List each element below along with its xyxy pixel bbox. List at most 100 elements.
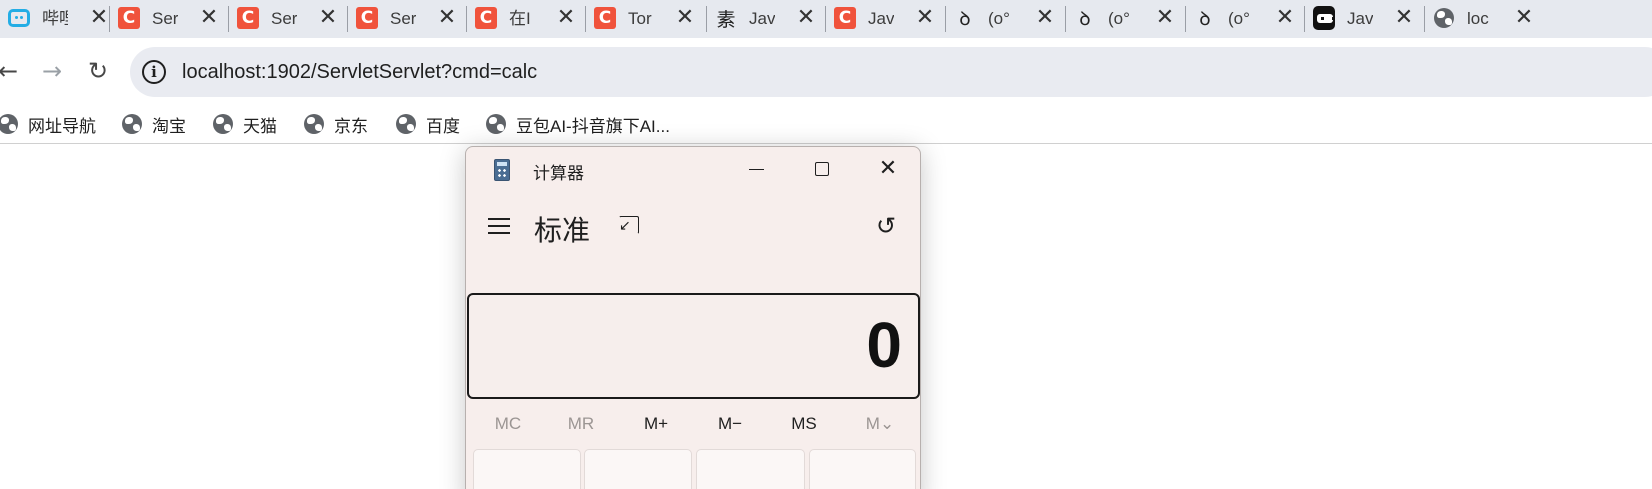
tab-close-icon[interactable]: ✕: [1154, 7, 1176, 30]
calculator-header: 标准 ↺: [466, 203, 920, 253]
forward-arrow-icon[interactable]: →: [38, 58, 66, 86]
csdn-c-icon: C: [594, 7, 616, 29]
tab-tor[interactable]: C Tor ✕: [586, 0, 707, 38]
tab-ser-1[interactable]: C Ser ✕: [110, 0, 229, 38]
display-value: 0: [866, 309, 902, 381]
reload-icon[interactable]: ↻: [84, 58, 112, 86]
bookmark-label: 百度: [426, 116, 460, 136]
memory-subtract-button[interactable]: M−: [700, 411, 760, 437]
calculator-window: 计算器 ✕ 标准 ↺ 0 MC MR M+ M− MS M⌄: [465, 146, 921, 489]
tab-title: Ser: [390, 9, 416, 28]
csdn-c-icon: C: [834, 7, 856, 29]
bookmark-label: 天猫: [243, 116, 277, 136]
tab-zai[interactable]: C 在I ✕: [467, 0, 586, 38]
menu-icon[interactable]: [488, 217, 510, 235]
minimize-icon: [749, 169, 764, 170]
tab-close-icon[interactable]: ✕: [88, 7, 110, 30]
tab-strip: 哔哩 ✕ C Ser ✕ C Ser ✕ C Ser ✕ C 在I ✕ C To…: [0, 0, 1652, 38]
calculator-app-icon: [494, 159, 510, 181]
csdn-c-icon: C: [237, 7, 259, 29]
tab-close-icon[interactable]: ✕: [317, 7, 339, 30]
keypad-button[interactable]: [584, 449, 692, 489]
navigation-bar: ← → ↻ i localhost:1902/ServletServlet?cm…: [0, 38, 1652, 104]
minimize-button[interactable]: [736, 155, 776, 185]
robot-icon: [1313, 6, 1335, 30]
su-glyph-icon: 素: [716, 8, 736, 31]
tab-title: 在I: [509, 9, 531, 28]
history-icon[interactable]: ↺: [872, 212, 900, 240]
tab-title: (o°: [988, 9, 1010, 28]
address-bar[interactable]: i localhost:1902/ServletServlet?cmd=calc: [130, 47, 1652, 97]
bookmark-item[interactable]: 京东: [304, 111, 368, 137]
memory-store-button[interactable]: MS: [774, 411, 834, 437]
tab-lambda-3[interactable]: ꝺ (o° ✕: [1186, 0, 1305, 38]
tab-close-icon[interactable]: ✕: [795, 7, 817, 30]
tab-title: Jav: [749, 9, 775, 28]
csdn-c-icon: C: [475, 7, 497, 29]
tab-close-icon[interactable]: ✕: [1274, 7, 1296, 30]
memory-row: MC MR M+ M− MS M⌄: [466, 411, 920, 437]
back-arrow-icon[interactable]: ←: [0, 58, 22, 86]
tab-close-icon[interactable]: ✕: [914, 7, 936, 30]
memory-recall-button[interactable]: MR: [551, 411, 611, 437]
globe-icon: [1433, 7, 1455, 29]
bookmark-label: 淘宝: [152, 116, 186, 136]
tab-close-icon[interactable]: ✕: [1034, 7, 1056, 30]
maximize-icon: [815, 162, 829, 176]
lambda-glyph-icon: ꝺ: [1199, 8, 1211, 30]
bookmark-item[interactable]: 网址导航: [0, 111, 96, 137]
bookmark-item[interactable]: 天猫: [213, 111, 277, 137]
tab-title: Ser: [152, 9, 178, 28]
maximize-button[interactable]: [802, 155, 842, 185]
globe-icon: [486, 114, 506, 134]
tab-su-jav[interactable]: 素 Jav ✕: [707, 0, 826, 38]
keep-on-top-icon[interactable]: [618, 215, 640, 237]
tab-title: 哔哩: [42, 9, 68, 28]
url-text[interactable]: localhost:1902/ServletServlet?cmd=calc: [182, 60, 537, 84]
memory-list-button[interactable]: M⌄: [850, 411, 910, 437]
tab-robot-jav[interactable]: Jav ✕: [1305, 0, 1425, 38]
bookmark-item[interactable]: 豆包AI-抖音旗下AI...: [486, 111, 670, 137]
lambda-glyph-icon: ꝺ: [959, 8, 971, 30]
close-button[interactable]: ✕: [868, 155, 908, 185]
tab-close-icon[interactable]: ✕: [1513, 7, 1535, 30]
bilibili-tv-icon: [8, 7, 30, 29]
keypad-button[interactable]: [809, 449, 916, 489]
memory-add-button[interactable]: M+: [626, 411, 686, 437]
tab-close-icon[interactable]: ✕: [198, 7, 220, 30]
result-display: 0: [467, 293, 920, 399]
tab-close-icon[interactable]: ✕: [674, 7, 696, 30]
tab-bilibili[interactable]: 哔哩 ✕: [0, 0, 110, 38]
tab-title: Jav: [868, 9, 894, 28]
globe-icon: [122, 114, 142, 134]
tab-localhost[interactable]: loc ✕: [1425, 0, 1545, 38]
tab-ser-2[interactable]: C Ser ✕: [229, 0, 348, 38]
tab-jav-csdn[interactable]: C Jav ✕: [826, 0, 946, 38]
bookmark-item[interactable]: 百度: [396, 111, 460, 137]
bookmark-item[interactable]: 淘宝: [122, 111, 186, 137]
csdn-c-icon: C: [356, 7, 378, 29]
tab-title: loc: [1467, 9, 1489, 28]
tab-close-icon[interactable]: ✕: [436, 7, 458, 30]
memory-clear-button[interactable]: MC: [478, 411, 538, 437]
tab-title: Ser: [271, 9, 297, 28]
tab-lambda-1[interactable]: ꝺ (o° ✕: [946, 0, 1066, 38]
tab-title: Jav: [1347, 9, 1373, 28]
window-title: 计算器: [533, 164, 584, 183]
calculator-title-bar[interactable]: 计算器 ✕: [466, 147, 920, 193]
tab-close-icon[interactable]: ✕: [1393, 7, 1415, 30]
keypad-button[interactable]: [696, 449, 805, 489]
bookmark-label: 京东: [334, 116, 368, 136]
site-info-icon[interactable]: i: [142, 60, 166, 84]
mode-title: 标准: [534, 215, 591, 246]
globe-icon: [396, 114, 416, 134]
tab-title: Tor: [628, 9, 652, 28]
csdn-c-icon: C: [118, 7, 140, 29]
bookmarks-bar: 网址导航 淘宝 天猫 京东 百度 豆包AI-抖音旗下AI...: [0, 104, 1652, 144]
lambda-glyph-icon: ꝺ: [1079, 8, 1091, 30]
keypad-button[interactable]: [473, 449, 581, 489]
tab-ser-3[interactable]: C Ser ✕: [348, 0, 467, 38]
bookmark-label: 网址导航: [28, 116, 96, 136]
tab-close-icon[interactable]: ✕: [555, 7, 577, 30]
tab-lambda-2[interactable]: ꝺ (o° ✕: [1066, 0, 1186, 38]
